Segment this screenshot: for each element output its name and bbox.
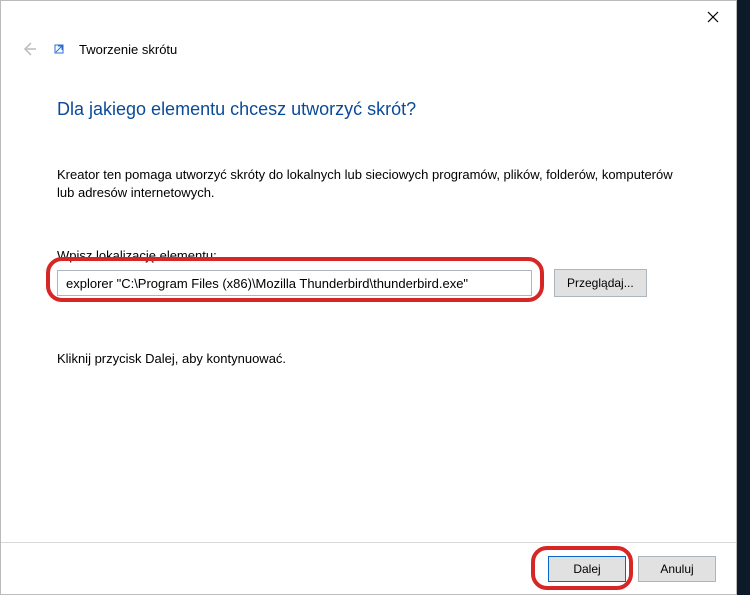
back-arrow-icon (19, 39, 39, 59)
location-input[interactable] (57, 270, 532, 296)
description-text: Kreator ten pomaga utworzyć skróty do lo… (57, 166, 677, 202)
page-headline: Dla jakiego elementu chcesz utworzyć skr… (57, 99, 680, 120)
path-input-wrap (57, 270, 532, 296)
cancel-button[interactable]: Anuluj (638, 556, 716, 582)
shortcut-icon (53, 43, 65, 55)
wizard-window: Tworzenie skrótu Dla jakiego elementu ch… (0, 0, 737, 595)
location-label: Wpisz lokalizację elementu: (57, 248, 680, 263)
titlebar (1, 1, 736, 33)
location-row: Przeglądaj... (57, 269, 680, 297)
browse-button[interactable]: Przeglądaj... (554, 269, 647, 297)
header-row: Tworzenie skrótu (1, 33, 736, 77)
next-button[interactable]: Dalej (548, 556, 626, 582)
footer: Dalej Anuluj (1, 542, 736, 594)
wizard-title: Tworzenie skrótu (79, 42, 177, 57)
continue-instruction: Kliknij przycisk Dalej, aby kontynuować. (57, 351, 680, 366)
close-icon[interactable] (704, 8, 722, 26)
content-area: Dla jakiego elementu chcesz utworzyć skr… (1, 77, 736, 542)
